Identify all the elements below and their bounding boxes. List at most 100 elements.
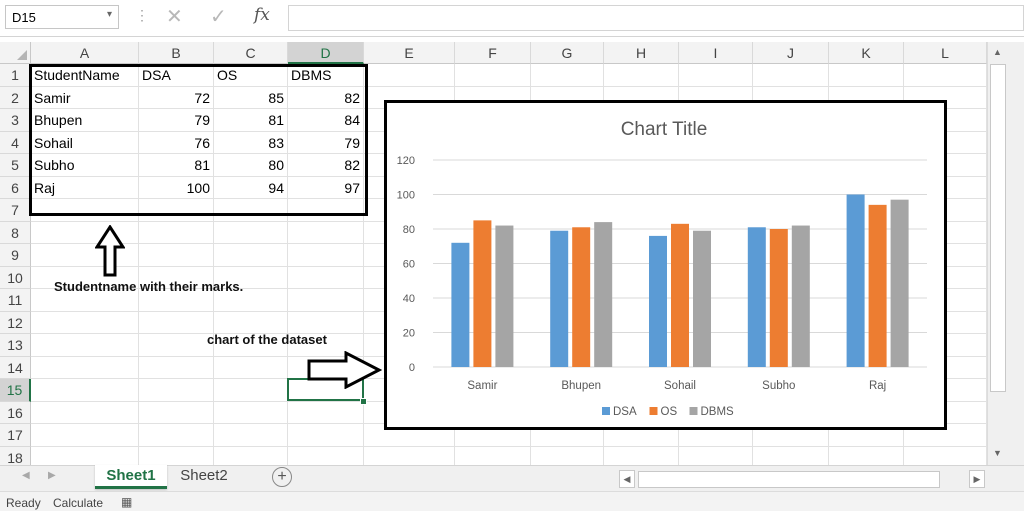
row-header-1[interactable]: 1 xyxy=(0,64,31,87)
bar-dbms-raj xyxy=(890,199,909,367)
next-sheet-icon[interactable]: ▶ xyxy=(48,470,56,481)
column-header-j[interactable]: J xyxy=(753,42,829,64)
column-header-i[interactable]: I xyxy=(679,42,753,64)
column-header-b[interactable]: B xyxy=(139,42,214,64)
row-header-17[interactable]: 17 xyxy=(0,424,31,447)
vertical-scroll-thumb[interactable] xyxy=(990,64,1006,392)
bar-os-sohail xyxy=(671,223,689,367)
bar-dsa-raj xyxy=(846,194,865,367)
row-header-15[interactable]: 15 xyxy=(0,379,31,402)
bar-chart: Chart Title 020406080100120 Samir Bhupen S… xyxy=(397,119,927,418)
x-tick-label: Samir xyxy=(467,380,497,392)
column-header-e[interactable]: E xyxy=(364,42,455,64)
chevron-down-icon[interactable]: ▾ xyxy=(107,9,112,20)
row-gridline xyxy=(31,445,987,447)
row-header-14[interactable]: 14 xyxy=(0,356,31,379)
column-header-g[interactable]: G xyxy=(531,42,604,64)
row-header-8[interactable]: 8 xyxy=(0,221,31,244)
row-header-10[interactable]: 10 xyxy=(0,266,31,289)
worksheet-grid[interactable]: ABCDEFGHIJKL 1 2 3 4 5 6 7 8 9 10 11 12 13 14 15 16 17 18… xyxy=(0,42,987,465)
row-header-18[interactable]: 18 xyxy=(0,446,31,465)
fill-handle[interactable] xyxy=(360,398,367,405)
tab-sheet2[interactable]: Sheet2 xyxy=(170,465,238,489)
x-tick-label: Subho xyxy=(762,380,795,392)
chart-annotation-text: chart of the dataset xyxy=(207,332,327,347)
formula-bar: D15 ▾ ⋮ ✕ ✓ fx xyxy=(0,0,1024,37)
bar-dsa-sohail xyxy=(649,235,667,367)
scroll-right-icon[interactable]: ▶ xyxy=(969,470,985,488)
y-tick-label: 20 xyxy=(403,328,415,340)
sheet-tab-bar: ◀ ▶ Sheet1 Sheet2 + ◀ ▶ xyxy=(0,465,1024,491)
y-tick-label: 60 xyxy=(403,259,415,271)
chart-x-axis: Samir Bhupen Sohail Subho Raj xyxy=(467,380,886,392)
tab-sheet1[interactable]: Sheet1 xyxy=(95,465,167,489)
legend-swatch-dbms xyxy=(689,407,698,415)
name-box-value: D15 xyxy=(12,10,36,25)
legend-label-os: OS xyxy=(661,406,678,418)
row-header-16[interactable]: 16 xyxy=(0,401,31,424)
scroll-down-icon[interactable]: ▼ xyxy=(988,445,1007,461)
macro-record-icon[interactable]: ▦ xyxy=(121,495,132,509)
column-header-h[interactable]: H xyxy=(604,42,679,64)
insert-function-icon[interactable]: fx xyxy=(254,5,270,25)
row-header-2[interactable]: 2 xyxy=(0,86,31,109)
chart-object[interactable]: Chart Title 0 20 40 60 80 100 120 Samir Bhupen S… xyxy=(384,100,947,430)
chart-title: Chart Title xyxy=(621,119,708,140)
column-header-k[interactable]: K xyxy=(829,42,904,64)
scroll-gutter xyxy=(1007,42,1024,465)
column-headers: ABCDEFGHIJKL xyxy=(0,42,987,64)
x-tick-label: Sohail xyxy=(664,380,696,392)
horizontal-scroll-thumb[interactable] xyxy=(638,471,940,488)
y-tick-label: 0 xyxy=(409,362,415,374)
row-header-11[interactable]: 11 xyxy=(0,289,31,312)
y-tick-label: 40 xyxy=(403,293,415,305)
legend-label-dbms: DBMS xyxy=(701,406,735,418)
bar-os-raj xyxy=(868,204,887,367)
row-header-3[interactable]: 3 xyxy=(0,109,31,132)
y-tick-label: 100 xyxy=(397,190,415,202)
cancel-icon[interactable]: ✕ xyxy=(166,4,183,29)
add-sheet-icon[interactable]: + xyxy=(272,467,292,487)
legend-label-dsa: DSA xyxy=(613,406,637,418)
row-header-4[interactable]: 4 xyxy=(0,131,31,154)
horizontal-scrollbar[interactable]: ◀ ▶ xyxy=(619,470,987,488)
y-tick-label: 120 xyxy=(397,155,415,167)
scroll-left-icon[interactable]: ◀ xyxy=(619,470,635,488)
legend-swatch-dsa xyxy=(602,407,610,415)
bar-dsa-samir xyxy=(451,242,470,367)
enter-check-icon[interactable]: ✓ xyxy=(210,4,227,29)
column-header-d[interactable]: D xyxy=(288,42,364,64)
chart-bars xyxy=(451,194,909,367)
name-box[interactable]: D15 ▾ xyxy=(5,5,119,29)
bar-dsa-subho xyxy=(747,227,766,367)
bar-dbms-sohail xyxy=(693,230,711,367)
bar-dbms-bhupen xyxy=(594,222,613,367)
bar-os-subho xyxy=(769,229,788,367)
status-bar: Ready Calculate ▦ xyxy=(0,491,1024,511)
x-tick-label: Bhupen xyxy=(561,380,601,392)
column-header-f[interactable]: F xyxy=(455,42,531,64)
bar-os-samir xyxy=(473,220,492,367)
chart-y-axis: 0 20 40 60 80 100 120 xyxy=(397,155,415,374)
row-header-12[interactable]: 12 xyxy=(0,311,31,334)
row-header-5[interactable]: 5 xyxy=(0,154,31,177)
previous-sheet-icon[interactable]: ◀ xyxy=(22,470,30,481)
scroll-up-icon[interactable]: ▲ xyxy=(988,44,1007,60)
drag-handle-icon[interactable]: ⋮ xyxy=(135,7,149,24)
row-header-7[interactable]: 7 xyxy=(0,199,31,222)
chart-legend: DSA OS DBMS xyxy=(602,406,734,418)
column-header-l[interactable]: L xyxy=(904,42,987,64)
vertical-scrollbar[interactable]: ▲ ▼ xyxy=(987,42,1007,465)
column-header-a[interactable]: A xyxy=(31,42,139,64)
row-header-6[interactable]: 6 xyxy=(0,176,31,199)
row-header-9[interactable]: 9 xyxy=(0,244,31,267)
legend-swatch-os xyxy=(649,407,658,415)
x-tick-label: Raj xyxy=(869,380,886,392)
bar-os-bhupen xyxy=(572,227,591,367)
row-header-13[interactable]: 13 xyxy=(0,334,31,357)
select-all-button[interactable] xyxy=(0,42,31,64)
status-calculate[interactable]: Calculate xyxy=(53,496,103,510)
column-header-c[interactable]: C xyxy=(214,42,288,64)
right-arrow-annotation xyxy=(307,351,382,389)
formula-input[interactable] xyxy=(288,5,1024,31)
